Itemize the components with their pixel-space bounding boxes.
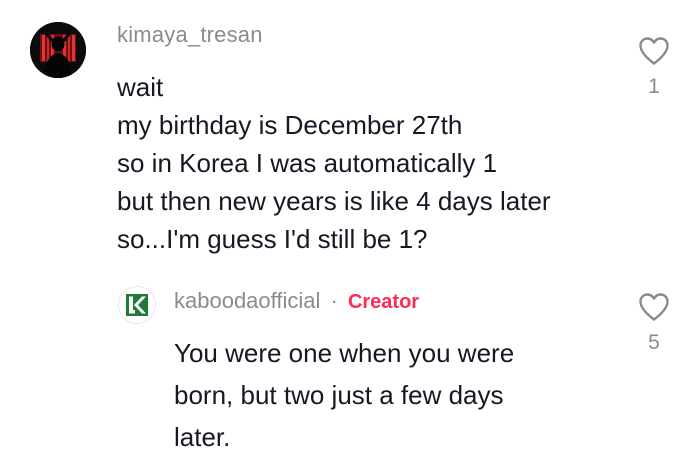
avatar[interactable] — [118, 286, 156, 324]
comment-line: so in Korea I was automatically 1 — [117, 148, 498, 178]
reply-line: You were one when you were — [174, 338, 515, 368]
like-count: 1 — [648, 75, 660, 98]
user-silhouette-avatar-image — [30, 22, 86, 78]
reply-like: 5 — [636, 292, 672, 355]
comment-username[interactable]: kimaya_tresan — [117, 22, 263, 48]
comment-line: but then new years is like 4 days later — [117, 186, 551, 216]
avatar[interactable] — [30, 22, 86, 78]
reply-username[interactable]: kaboodaofficial — [174, 288, 320, 313]
comment-line: my birthday is December 27th — [117, 110, 463, 140]
comment-text: wait my birthday is December 27th so in … — [117, 68, 627, 258]
reply-line: later. — [174, 422, 231, 452]
comment-line: so...I'm guess I'd still be 1? — [117, 224, 428, 254]
reply-text: You were one when you were born, but two… — [174, 332, 594, 458]
heart-outline-icon[interactable] — [638, 36, 670, 66]
reply-line: born, but two just a few days — [174, 380, 504, 410]
like-count: 5 — [648, 331, 660, 354]
reply-header: kaboodaofficial · Creator — [174, 288, 419, 314]
creator-badge: Creator — [347, 291, 420, 313]
kabooda-logo-avatar-image — [119, 287, 155, 323]
comment-like: 1 — [636, 36, 672, 99]
heart-outline-icon[interactable] — [638, 292, 670, 322]
comment-line: wait — [117, 72, 164, 102]
separator-dot: · — [330, 288, 338, 313]
comment-thread: kimaya_tresan wait my birthday is Decemb… — [0, 0, 700, 464]
